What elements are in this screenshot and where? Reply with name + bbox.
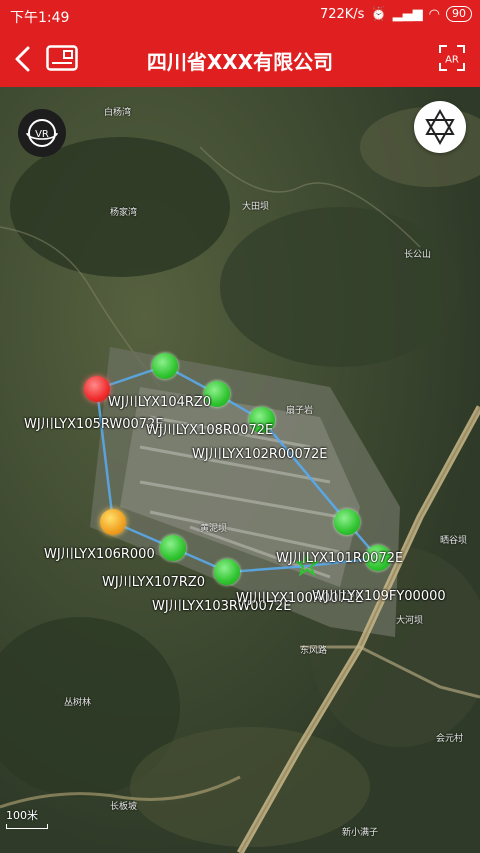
network-speed: 722K/s xyxy=(319,6,365,22)
place-label: 大河坝 xyxy=(396,616,424,626)
scale-bar xyxy=(6,824,48,829)
vr-button[interactable]: VR xyxy=(18,109,66,157)
map-scale: 100米 xyxy=(6,807,48,829)
device-marker[interactable] xyxy=(84,376,110,402)
alarm-icon: ⏰ xyxy=(370,6,387,22)
status-time: 下午1:49 xyxy=(10,10,70,26)
battery-indicator: 90 xyxy=(446,6,472,22)
place-label: 扇子岩 xyxy=(286,406,314,416)
ar-scan-icon: AR xyxy=(439,45,465,71)
device-marker[interactable] xyxy=(100,509,126,535)
device-label: WJ川LYX101R0072E xyxy=(276,551,404,566)
place-label: 晒谷坝 xyxy=(440,536,468,546)
place-label: 会元村 xyxy=(436,734,464,744)
device-label: WJ川LYX102R00072E xyxy=(192,447,328,462)
ar-button[interactable]: AR xyxy=(438,44,466,72)
page-title: 四川省XXX有限公司 xyxy=(146,50,334,74)
place-label: 东风路 xyxy=(300,646,328,656)
device-label: WJ川LYX104RZ0 xyxy=(108,395,212,410)
vr-label: VR xyxy=(35,129,49,140)
ar-label: AR xyxy=(445,55,459,66)
device-marker[interactable] xyxy=(334,509,360,535)
device-label: WJ川LYX106R000 xyxy=(44,547,155,562)
star-of-david-icon xyxy=(425,108,455,146)
satellite-map[interactable]: 白杨湾 杨家湾 大田坝 长公山 扇子岩 晒谷坝 大河坝 丛树林 长板坡 会元村 … xyxy=(0,87,480,853)
place-label: 长板坡 xyxy=(110,802,138,812)
device-label: WJ川LYX109FY00000 xyxy=(312,589,446,604)
wifi-icon: ◠ xyxy=(428,6,440,22)
place-label: 杨家湾 xyxy=(110,208,138,218)
device-label: WJ川LYX105RW0072E xyxy=(24,417,164,432)
device-marker[interactable] xyxy=(214,559,240,585)
star-of-david-button[interactable] xyxy=(414,101,466,153)
device-marker[interactable] xyxy=(160,535,186,561)
place-label: 白杨湾 xyxy=(104,108,132,118)
status-bar: 下午1:49 722K/s ⏰ ▂▄▆ ◠ 90 xyxy=(0,0,480,32)
app-bar: 四川省XXX有限公司 AR xyxy=(0,32,480,87)
satellite-imagery xyxy=(0,87,480,853)
device-marker[interactable] xyxy=(152,353,178,379)
place-label: 长公山 xyxy=(404,250,432,260)
place-label: 新小满子 xyxy=(342,828,379,838)
device-label: WJ川LYX107RZ0 xyxy=(102,575,206,590)
place-label: 黄泥坝 xyxy=(200,524,228,534)
signal-icon: ▂▄▆ xyxy=(392,6,423,22)
device-label: WJ川LYX108R0072E xyxy=(146,423,274,438)
scale-label: 100米 xyxy=(6,809,38,822)
status-right: 722K/s ⏰ ▂▄▆ ◠ 90 xyxy=(320,6,472,22)
place-label: 丛树林 xyxy=(64,698,92,708)
vr-icon: VR xyxy=(26,119,58,147)
place-label: 大田坝 xyxy=(242,202,270,212)
